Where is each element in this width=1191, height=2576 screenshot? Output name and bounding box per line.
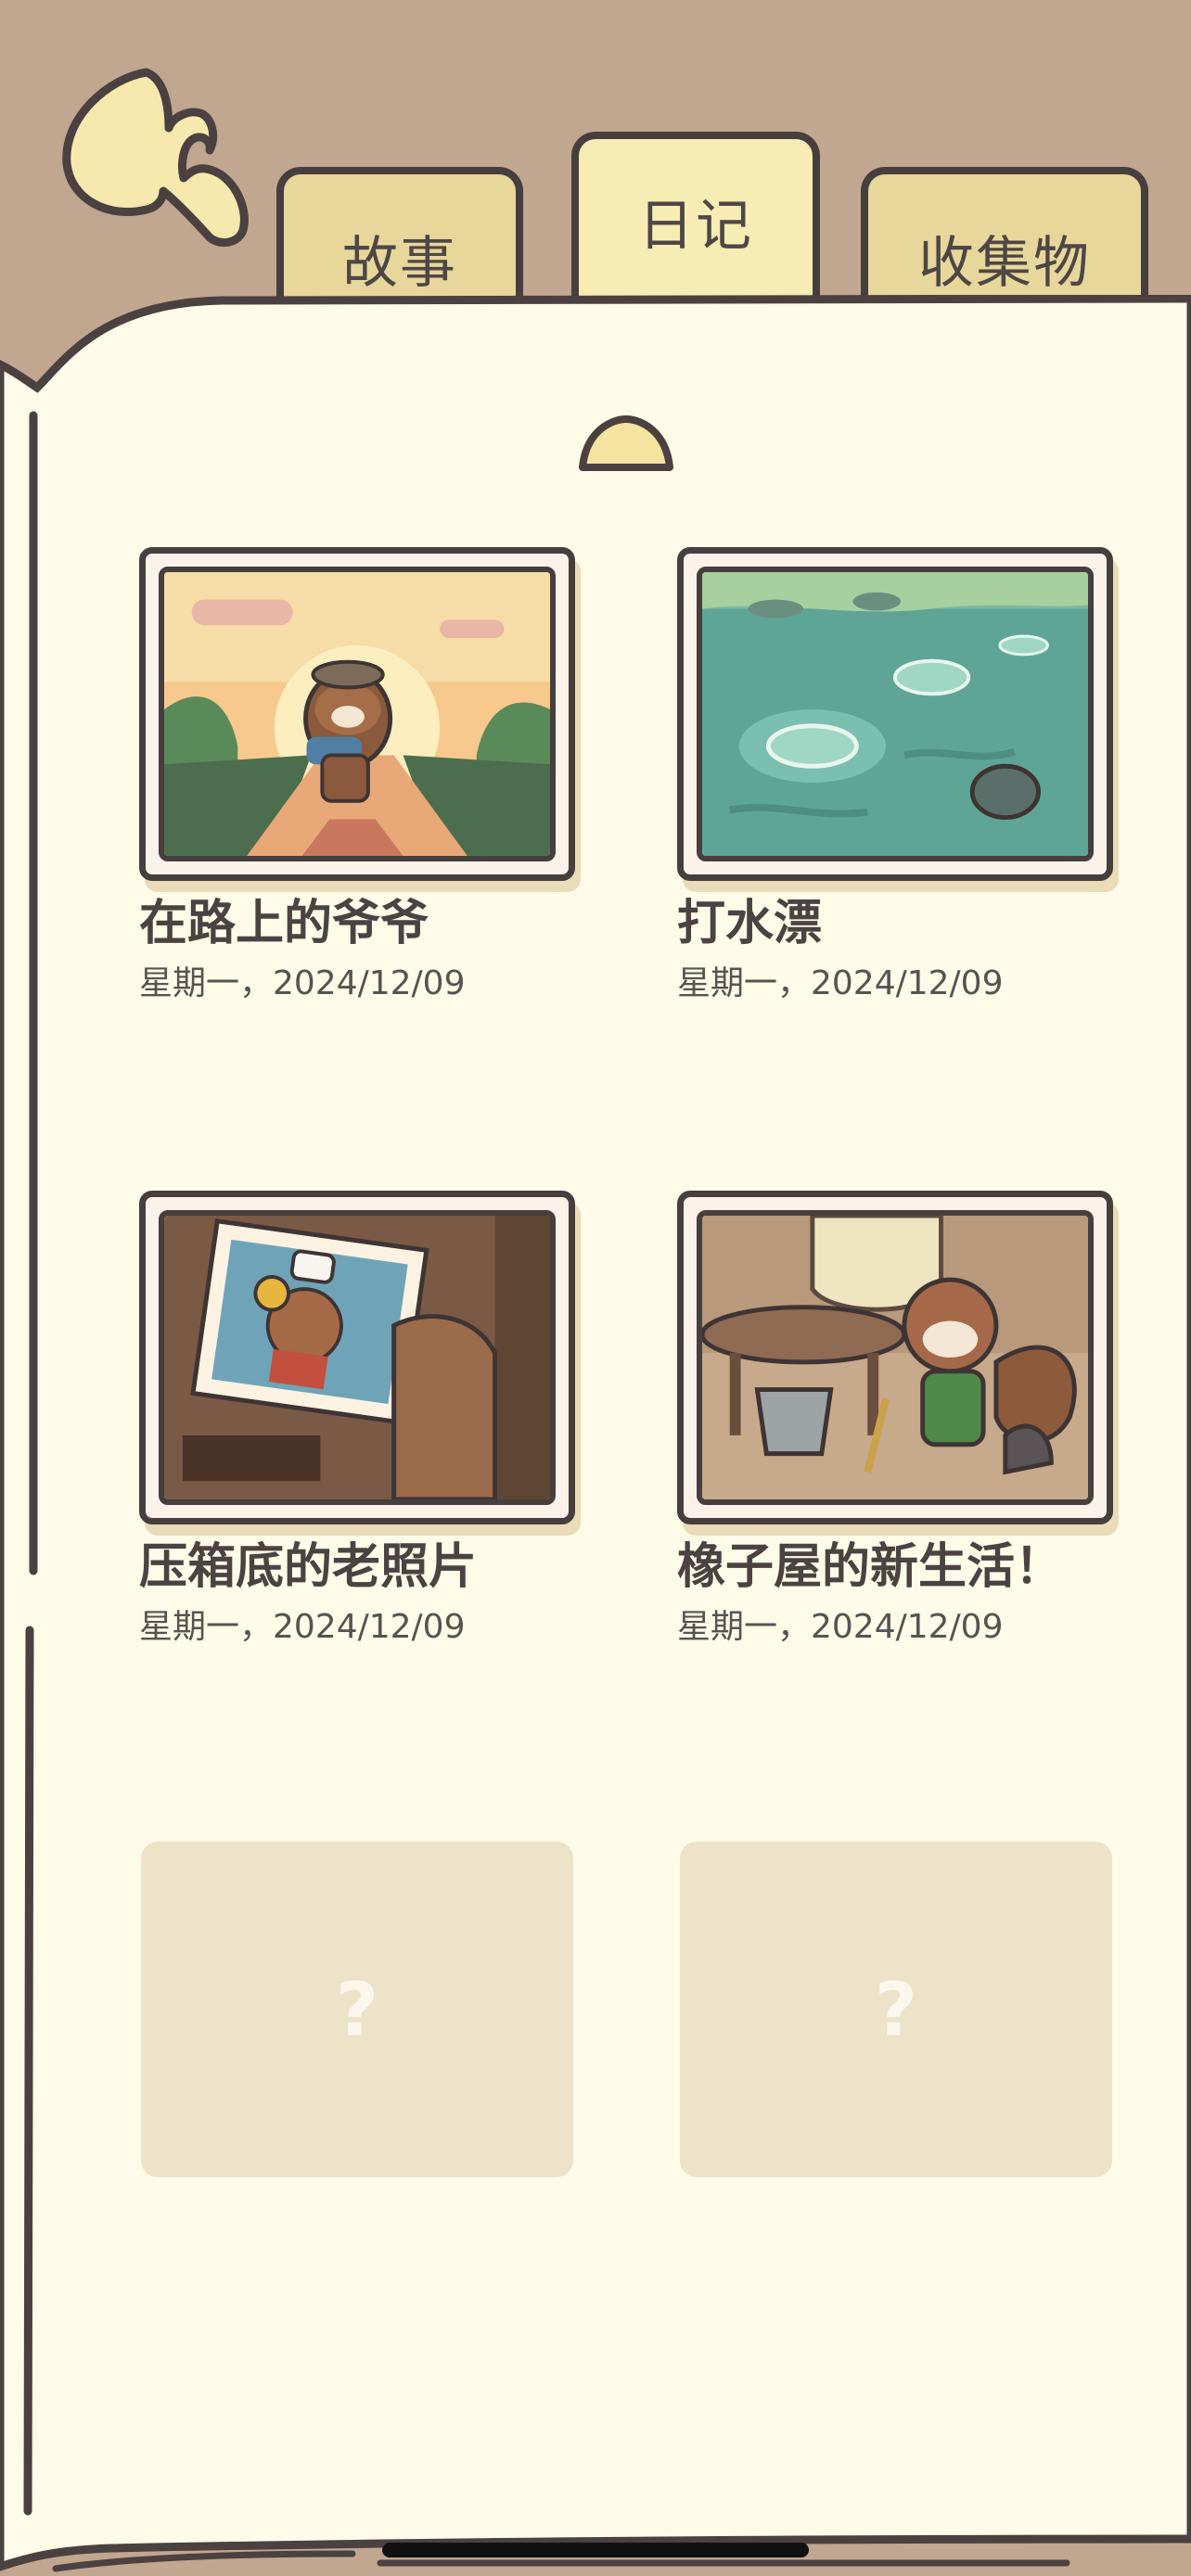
entry-photo-frame — [677, 547, 1113, 881]
locked-entry-slot[interactable]: ? — [680, 1842, 1112, 2177]
scroll-up-button[interactable] — [575, 412, 677, 477]
tab-collectibles-label: 收集物 — [918, 230, 1091, 296]
entry-title: 打水漂 — [677, 896, 823, 951]
tab-story[interactable]: 故事 — [276, 167, 523, 306]
entry-title: 在路上的爷爷 — [139, 896, 429, 951]
tab-diary-label: 日记 — [638, 193, 753, 259]
entry-photo-frame — [139, 547, 575, 881]
entry-title: 橡子屋的新生活！ — [677, 1539, 1064, 1595]
skipping-stones-illustration — [702, 572, 1088, 856]
dome-arrow-icon — [579, 415, 673, 471]
old-photo-illustration — [164, 1216, 550, 1499]
diary-entry-card[interactable]: 压箱底的老照片 星期一，2024/12/09 — [139, 1191, 575, 1648]
diary-entry-card[interactable]: 打水漂 星期一，2024/12/09 — [677, 547, 1113, 1004]
diary-entry-card[interactable]: 橡子屋的新生活！ 星期一，2024/12/09 — [677, 1191, 1113, 1648]
entry-title: 压箱底的老照片 — [139, 1539, 478, 1595]
acorn-house-illustration — [702, 1216, 1088, 1499]
grandpa-on-road-illustration — [164, 572, 550, 856]
question-mark-icon: ? — [335, 1966, 379, 2053]
entry-date: 星期一，2024/12/09 — [139, 1608, 466, 1647]
question-mark-icon: ? — [874, 1966, 918, 2053]
entry-date: 星期一，2024/12/09 — [677, 964, 1004, 1003]
entry-date: 星期一，2024/12/09 — [139, 964, 466, 1003]
entry-photo-frame — [677, 1191, 1113, 1524]
diary-entry-card[interactable]: 在路上的爷爷 星期一，2024/12/09 — [139, 547, 575, 1004]
back-button[interactable] — [54, 61, 258, 256]
tab-collectibles[interactable]: 收集物 — [861, 167, 1148, 306]
back-arrow-icon — [62, 68, 249, 248]
locked-entry-slot[interactable]: ? — [141, 1842, 573, 2177]
entry-date: 星期一，2024/12/09 — [677, 1608, 1004, 1647]
tab-diary[interactable]: 日记 — [571, 132, 820, 308]
home-indicator[interactable] — [382, 2543, 809, 2557]
tab-story-label: 故事 — [342, 230, 457, 296]
diary-screen: 故事 日记 收集物 在路上的爷爷 星期一，2024/12/09 打水漂 星期一，… — [0, 0, 1191, 2576]
entry-photo-frame — [139, 1191, 575, 1524]
